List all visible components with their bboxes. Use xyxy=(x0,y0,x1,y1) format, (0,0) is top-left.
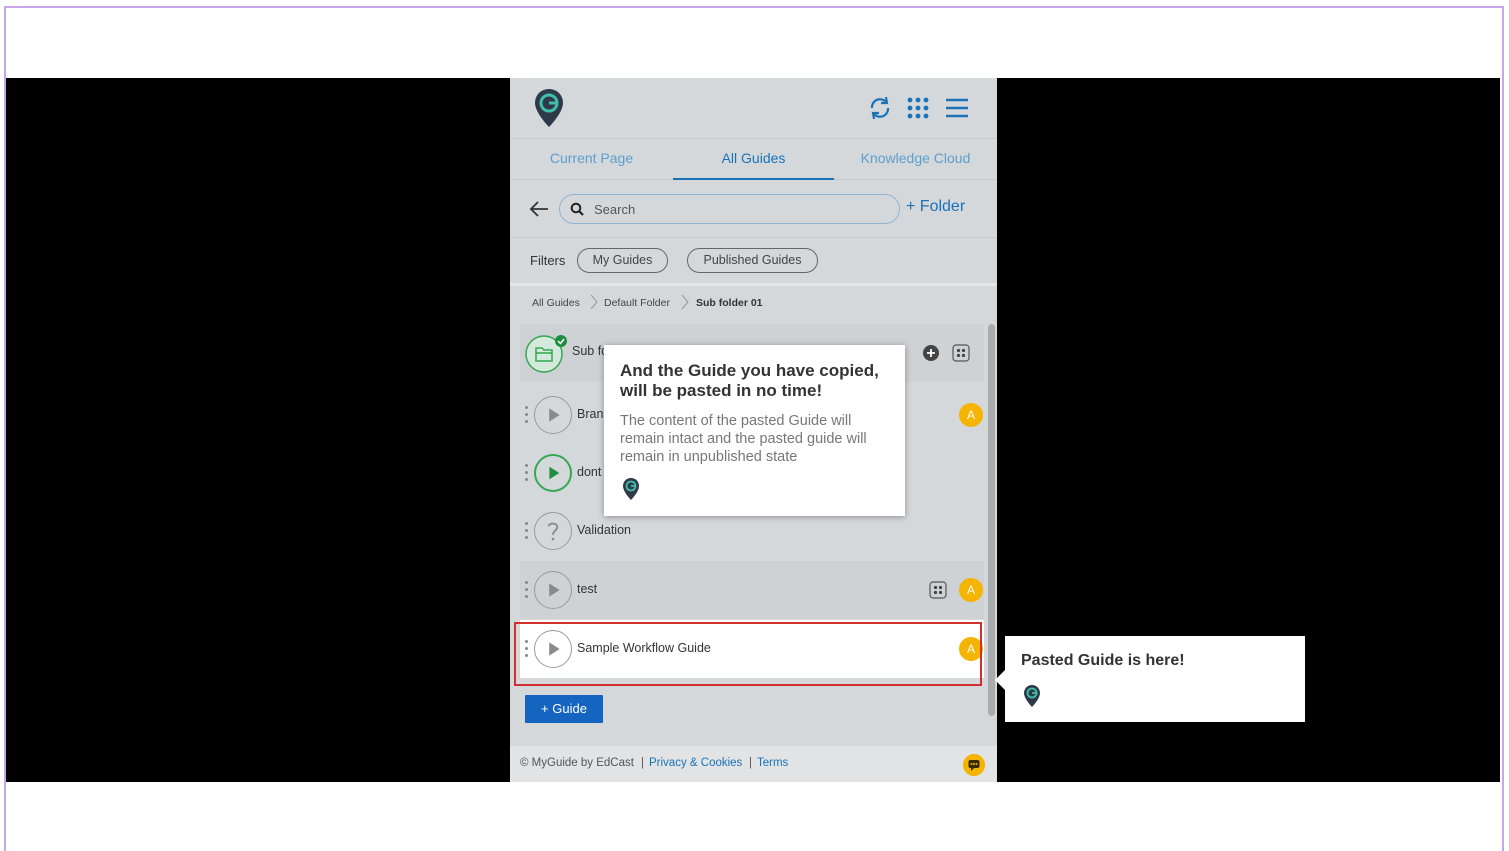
panel-footer: © MyGuide by EdCast | Privacy & Cookies … xyxy=(510,746,997,782)
add-circle-icon[interactable] xyxy=(922,344,940,362)
myguide-marker-icon xyxy=(623,478,639,500)
tab-bar: Current Page All Guides Knowledge Cloud xyxy=(510,138,997,180)
filters-row: Filters My Guides Published Guides xyxy=(510,238,997,286)
search-row: + Folder xyxy=(510,180,997,238)
play-icon[interactable] xyxy=(534,571,572,609)
guide-label: test xyxy=(577,582,598,596)
question-icon[interactable] xyxy=(534,512,572,550)
myguide-marker-icon xyxy=(1024,685,1040,707)
status-badge: A xyxy=(959,578,983,602)
folder-label: Sub fo xyxy=(572,344,609,358)
back-arrow-icon[interactable] xyxy=(528,198,550,220)
myguide-logo-icon xyxy=(535,89,563,127)
chevron-right-icon xyxy=(590,294,598,310)
filter-chip-published-guides[interactable]: Published Guides xyxy=(687,248,818,273)
apps-grid-icon[interactable] xyxy=(904,94,932,122)
scrollbar[interactable] xyxy=(988,324,995,716)
hamburger-menu-icon[interactable] xyxy=(943,94,971,122)
drag-handle-icon[interactable] xyxy=(525,522,529,542)
search-box xyxy=(559,194,900,224)
tooltip-side: Pasted Guide is here! xyxy=(995,636,1305,722)
grid-options-icon[interactable] xyxy=(952,344,970,362)
tab-current-page[interactable]: Current Page xyxy=(510,139,673,180)
breadcrumb-default-folder[interactable]: Default Folder xyxy=(604,297,670,309)
search-icon xyxy=(570,202,584,216)
terms-link[interactable]: Terms xyxy=(757,757,788,769)
tooltip-arrow xyxy=(995,670,1005,690)
filters-label: Filters xyxy=(530,253,566,268)
drag-handle-icon[interactable] xyxy=(525,406,529,426)
privacy-link[interactable]: Privacy & Cookies xyxy=(649,757,742,769)
highlight-box xyxy=(514,622,982,686)
guide-label: Validation xyxy=(577,523,631,537)
guide-label: dont xyxy=(577,465,602,479)
add-guide-button[interactable]: + Guide xyxy=(525,695,603,723)
breadcrumb-all-guides[interactable]: All Guides xyxy=(532,297,580,309)
drag-handle-icon[interactable] xyxy=(525,581,529,601)
breadcrumb-sub-folder: Sub folder 01 xyxy=(696,297,763,309)
play-icon[interactable] xyxy=(534,454,572,492)
tooltip-main: And the Guide you have copied, will be p… xyxy=(604,345,905,516)
footer-separator: | xyxy=(749,757,752,769)
tab-all-guides[interactable]: All Guides xyxy=(673,139,834,180)
footer-copyright: © MyGuide by EdCast xyxy=(520,757,634,769)
status-badge: A xyxy=(959,403,983,427)
folder-icon xyxy=(525,335,567,373)
drag-handle-icon[interactable] xyxy=(525,464,529,484)
filter-chip-my-guides[interactable]: My Guides xyxy=(577,248,668,273)
footer-separator: | xyxy=(641,757,644,769)
breadcrumb: All Guides Default Folder Sub folder 01 xyxy=(510,289,997,317)
play-icon[interactable] xyxy=(534,396,572,434)
refresh-icon[interactable] xyxy=(866,94,894,122)
tab-knowledge-cloud[interactable]: Knowledge Cloud xyxy=(834,139,997,180)
chat-icon[interactable] xyxy=(963,754,985,776)
panel-header xyxy=(510,78,997,138)
tooltip-title: And the Guide you have copied, will be p… xyxy=(620,361,879,400)
tooltip-body: The content of the pasted Guide will rem… xyxy=(620,413,867,465)
list-item[interactable]: test A xyxy=(520,561,984,619)
guide-label: Bran xyxy=(577,407,604,421)
tooltip-side-title: Pasted Guide is here! xyxy=(1021,652,1185,669)
add-folder-button[interactable]: + Folder xyxy=(906,198,965,216)
chevron-right-icon xyxy=(681,294,689,310)
grid-options-icon[interactable] xyxy=(929,581,947,599)
search-input[interactable] xyxy=(594,200,884,218)
